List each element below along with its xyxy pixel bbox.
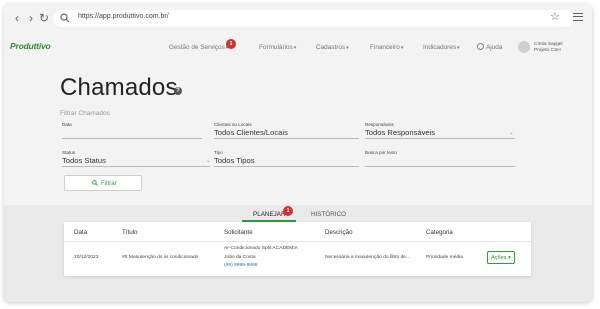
status-select[interactable]: Todos Status — [62, 156, 106, 165]
acoes-text: Ações — [491, 255, 507, 261]
search-icon — [60, 13, 70, 23]
nav-formularios[interactable]: Formulários▾ — [259, 44, 296, 51]
caret-down-icon: ▾ — [293, 45, 297, 51]
search-text-input[interactable] — [365, 166, 515, 167]
filter-button[interactable]: Filtrar — [64, 175, 142, 191]
nav-label: Indicadores — [423, 44, 457, 51]
column-header-data: Data — [74, 229, 88, 236]
cell-descricao: Necessária a manutenção do filtro de... — [325, 255, 411, 260]
acoes-dropdown-button[interactable]: Ações ▾ — [487, 251, 515, 264]
browser-menu-icon[interactable] — [573, 13, 583, 21]
tab-planejar[interactable]: PLANEJAR — [253, 211, 286, 218]
acoes-label: Ações ▾ — [491, 255, 511, 261]
nav-label: Financeiro — [370, 44, 400, 51]
nav-label: Cadastros — [316, 44, 346, 51]
nav-cadastros[interactable]: Cadastros▾ — [316, 44, 349, 51]
search-icon — [92, 180, 98, 186]
cell-solicitante-telefone[interactable]: (99) 9999-9999 — [224, 263, 257, 268]
help-circle-icon — [477, 43, 484, 50]
user-menu[interactable]: Cíntia Saygel Projeto CSH — [534, 42, 563, 53]
cell-solicitante-nome: João da Costa — [224, 255, 256, 260]
date-field[interactable] — [62, 138, 202, 139]
caret-down-icon: ▾ — [400, 45, 404, 51]
column-header-solicitante: Solicitante — [224, 229, 253, 236]
header-divider — [64, 241, 531, 242]
tabs-section: PLANEJAR 1 HISTÓRICO Data Título Solicit… — [4, 205, 592, 302]
filter-heading: Filtrar Chamados — [60, 110, 110, 117]
help-link[interactable]: Ajuda — [477, 43, 502, 51]
filter-button-label: Filtrar — [101, 180, 117, 187]
responsaveis-field-line — [365, 138, 515, 139]
filter-label-busca: Busca por texto — [365, 150, 397, 155]
address-bar[interactable]: https://app.produttivo.com.br/ — [53, 10, 573, 27]
column-header-categoria: Categoria — [426, 229, 453, 236]
notification-badge: 1 — [226, 39, 236, 49]
caret-down-icon: ▾ — [457, 45, 460, 51]
chevron-down-icon[interactable]: ⌄ — [509, 130, 514, 136]
cell-categoria: Prioridade média — [426, 255, 463, 260]
user-name: Cíntia Saygel — [534, 42, 563, 47]
logo-text: Produttivo — [10, 41, 51, 51]
nav-label: Gestão de Serviços — [169, 44, 225, 51]
user-project: Projeto CSH — [534, 47, 561, 53]
filter-label-responsaveis: Responsáveis — [365, 122, 394, 127]
bookmark-star-icon[interactable]: ☆ — [550, 10, 560, 23]
nav-indicadores[interactable]: Indicadores▾ — [423, 44, 460, 51]
cell-solicitante-local: Ar-Condicionado Split ACADEMIA — [224, 246, 298, 251]
cell-titulo[interactable]: #5 Manutenção do ar condicionado — [122, 255, 198, 260]
avatar[interactable] — [518, 41, 530, 53]
forward-icon[interactable]: › — [25, 12, 37, 24]
filter-label-data: Data — [62, 122, 72, 127]
help-label: Ajuda — [486, 44, 503, 51]
nav-label: Formulários — [259, 44, 293, 51]
status-field-line — [62, 166, 210, 167]
reload-icon[interactable]: ↻ — [38, 12, 50, 24]
clientes-select[interactable]: Todos Clientes/Locais — [214, 128, 288, 137]
tab-historico[interactable]: HISTÓRICO — [311, 211, 346, 218]
produttivo-logo[interactable]: Produttivo — [10, 41, 51, 51]
tipo-field-line — [214, 166, 359, 167]
filter-label-tipo: Tipo — [214, 150, 223, 155]
clientes-field-line — [214, 138, 359, 139]
filter-label-status: Status — [62, 150, 76, 155]
nav-gestao-servicos[interactable]: Gestão de Serviços▾ — [169, 44, 228, 51]
chamados-table: Data Título Solicitante Descrição Catego… — [64, 222, 531, 276]
column-header-descricao: Descrição — [325, 229, 353, 236]
filter-label-clientes: Clientes ou Locais — [214, 122, 252, 127]
tab-badge: 1 — [283, 206, 293, 216]
column-header-titulo: Título — [122, 229, 138, 236]
nav-financeiro[interactable]: Financeiro▾ — [370, 44, 403, 51]
back-icon[interactable]: ‹ — [11, 12, 23, 24]
chevron-down-icon[interactable]: ⌄ — [206, 158, 211, 164]
cell-data: 20/12/2023 — [74, 255, 99, 260]
caret-down-icon: ▾ — [508, 255, 511, 261]
url-text: https://app.produttivo.com.br/ — [78, 13, 169, 20]
help-icon[interactable]: ? — [174, 87, 182, 95]
browser-toolbar: ‹ › ↻ https://app.produttivo.com.br/ ☆ — [4, 4, 592, 32]
page-title: Chamados — [60, 74, 178, 101]
app-navbar: Produttivo Gestão de Serviços▾ 1 Formulá… — [4, 32, 592, 61]
caret-down-icon: ▾ — [346, 45, 349, 51]
tipo-select[interactable]: Todos Tipos — [214, 156, 255, 165]
responsaveis-select[interactable]: Todos Responsáveis — [365, 128, 435, 137]
browser-window: ‹ › ↻ https://app.produttivo.com.br/ ☆ P… — [4, 4, 592, 302]
